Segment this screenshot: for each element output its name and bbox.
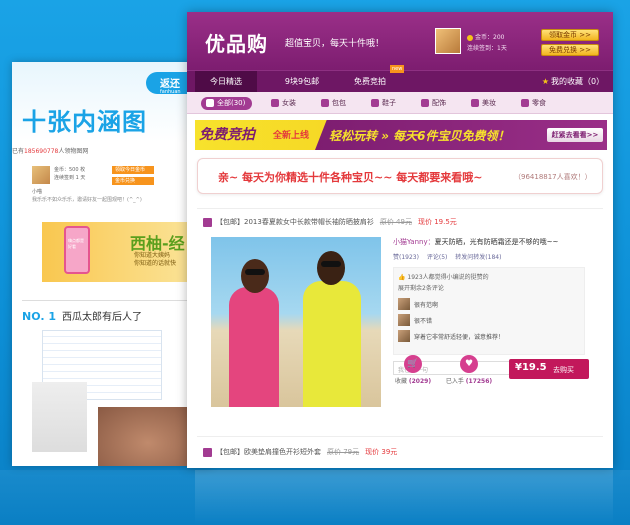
like-summary: 👍 1923人都觉得小编说的挺赞的 <box>398 274 489 281</box>
buy-button[interactable]: ¥19.5 去购买 <box>509 359 589 379</box>
list-item: 穿着它非常舒适轻便，诚意推荐！ <box>398 330 580 342</box>
back-share-msg: 我乐乐不如众乐乐，邀请好友一起围观吧！(^_^) <box>32 197 142 203</box>
claim-coins-button[interactable]: 领取金币 >> <box>541 29 599 41</box>
likes-count: （96418817人喜欢！） <box>514 173 592 181</box>
category-snacks[interactable]: 零食 <box>521 97 546 110</box>
model-figure <box>303 251 361 407</box>
product-card: 【包邮】欧美垫肩撞色开衫短外套 原价 79元 现价 39元 <box>197 436 603 468</box>
bow-icon <box>421 99 429 107</box>
avatar[interactable] <box>435 28 461 54</box>
star-icon <box>206 99 214 107</box>
promo-text: 轻松玩转 » 每天6件宝贝免费领！ <box>329 129 510 143</box>
back-exchange-button[interactable]: 金币兑换 <box>112 177 154 185</box>
front-page-card: 优品购 超值宝贝，每天十件哦！ 金币：200 连续签到：1天 领取金币 >> 免… <box>187 12 613 468</box>
promo-tag: 全新上线 <box>273 131 310 141</box>
back-claim-button[interactable]: 领取今日金币 <box>112 166 154 174</box>
tab-9-9-free-shipping[interactable]: 9块9包邮 <box>267 71 337 93</box>
back-user-name: 小喵 <box>32 189 43 195</box>
product-photo[interactable] <box>211 237 381 407</box>
expand-comments-link[interactable]: 展开剩余2条评论 <box>398 283 580 294</box>
user-info: 金币：200 连续签到：1天 <box>467 34 507 52</box>
banner-title: 西柚-经 <box>130 234 185 253</box>
lipstick-icon <box>471 99 479 107</box>
header-slogan: 超值宝贝，每天十件哦！ <box>285 39 385 49</box>
like-link[interactable]: 赞(1923) <box>393 254 419 261</box>
tab-today-picks[interactable]: 今日精选 <box>195 71 257 93</box>
back-user-info: 金币：500 枚 连续签到 1 天 <box>54 167 86 181</box>
heart-icon: ♥ <box>460 355 478 373</box>
category-shoes[interactable]: 鞋子 <box>371 97 396 110</box>
shoe-icon <box>371 99 379 107</box>
bag-icon <box>321 99 329 107</box>
category-bar: 全部(30) 女装 包包 鞋子 配饰 美妆 零食 <box>187 92 613 114</box>
buy-price: ¥19.5 <box>515 362 547 373</box>
avatar <box>398 298 410 310</box>
reflection-card <box>195 470 613 525</box>
photo-image <box>32 382 87 452</box>
product-stats: 赞(1923) 评论(5) 转发问转发(184) <box>393 252 593 261</box>
product-header[interactable]: 【包邮】2013春夏款女中长款带帽长袖防晒披肩衫 原价 49元 现价 19.5元 <box>203 217 457 227</box>
promo-banner[interactable]: 免费竞拍 全新上线 轻松玩转 » 每天6件宝贝免费领！ 赶紧去看看>> <box>195 120 607 150</box>
coin-icon <box>467 34 473 41</box>
category-all[interactable]: 全部(30) <box>201 97 253 110</box>
promo-title: 免费竞拍 <box>199 127 255 143</box>
avatar <box>398 314 410 326</box>
category-accessories[interactable]: 配饰 <box>421 97 446 110</box>
category-bags[interactable]: 包包 <box>321 97 346 110</box>
category-womens[interactable]: 女装 <box>271 97 296 110</box>
slogan-main: 亲~ 每天为你精选十件各种宝贝~~ 每天都要来看哦~ <box>218 171 483 184</box>
snack-icon <box>521 99 529 107</box>
banner-sub: 你知道大姨妈 你知道的话就快 <box>134 252 177 267</box>
dress-icon <box>203 217 212 227</box>
back-page-card: 返还 fanhuan 十张内涵图 已有185690778人领物图网 金币：500 … <box>12 62 212 466</box>
dress-icon <box>271 99 279 107</box>
comment-link[interactable]: 评论(5) <box>427 254 448 261</box>
promo-go-button[interactable]: 赶紧去看看>> <box>547 128 603 142</box>
review-quote: 小猫Yanny：夏天防晒，光有防晒霜还是不够的哦~~ <box>393 238 559 246</box>
screen-reflection <box>0 470 630 525</box>
avatar[interactable] <box>32 166 50 184</box>
back-title: 十张内涵图 <box>22 108 147 136</box>
phone-image: 嗨点都是好看 <box>64 226 90 274</box>
photo-image <box>98 407 198 466</box>
main-nav: 今日精选 9块9包邮 免费竞拍 new ★ 我的收藏（0） <box>187 65 613 93</box>
sunglasses <box>321 261 341 267</box>
cart-icon: 🛒 <box>404 355 422 373</box>
avatar <box>398 330 410 342</box>
share-link[interactable]: 转发问转发(184) <box>455 254 501 261</box>
product-actions: 🛒 收藏 (2029) ♥ 已入手 (17256) ¥19.5 去购买 <box>393 355 593 395</box>
free-exchange-button[interactable]: 免费兑换 >> <box>541 44 599 56</box>
logo[interactable]: 优品购 <box>205 28 268 57</box>
product-card: 【包邮】2013春夏款女中长款带帽长袖防晒披肩衫 原价 49元 现价 19.5元 小… <box>197 208 603 430</box>
divider <box>22 300 202 301</box>
sunglasses <box>245 269 265 275</box>
star-icon: ★ <box>541 77 550 86</box>
product-header[interactable]: 【包邮】欧美垫肩撞色开衫短外套 原价 79元 现价 39元 <box>203 447 397 457</box>
list-item: 很有范啊 <box>398 298 580 310</box>
bought-button[interactable]: ♥ 已入手 (17256) <box>441 355 497 385</box>
slogan-box: 亲~ 每天为你精选十件各种宝贝~~ 每天都要来看哦~ （96418817人喜欢！… <box>197 158 603 194</box>
comment-list: 👍 1923人都觉得小编说的挺赞的 展开剩余2条评论 很有范啊 很不错 穿着它非… <box>393 267 585 355</box>
back-section-title: NO. 1 西瓜太郎有后人了 <box>22 310 142 323</box>
top-bar: 优品购 超值宝贝，每天十件哦！ 金币：200 连续签到：1天 领取金币 >> 免… <box>187 12 613 70</box>
list-item: 很不错 <box>398 314 580 326</box>
collect-button[interactable]: 🛒 收藏 (2029) <box>393 355 433 385</box>
model-figure <box>229 259 279 407</box>
back-visitor-line: 已有185690778人领物图网 <box>12 148 89 155</box>
buy-label: 去购买 <box>553 366 574 374</box>
tab-free-auction[interactable]: 免费竞拍 <box>339 71 401 93</box>
favorites-link[interactable]: ★ 我的收藏（0） <box>537 71 609 93</box>
category-beauty[interactable]: 美妆 <box>471 97 496 110</box>
back-header: 返还 fanhuan 十张内涵图 <box>12 62 212 142</box>
new-badge: new <box>390 65 405 73</box>
dress-icon <box>203 447 212 457</box>
